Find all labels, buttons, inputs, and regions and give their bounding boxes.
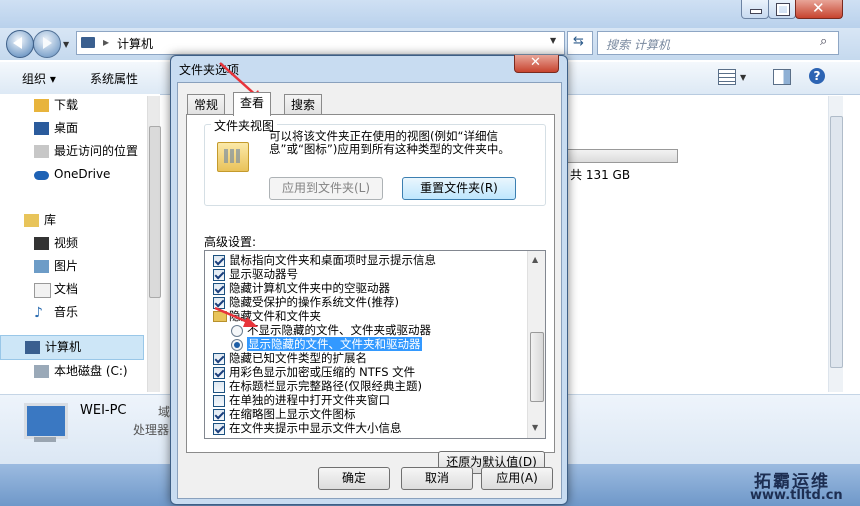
tab-view[interactable]: 查看 — [233, 92, 272, 116]
annotation-overlay — [214, 62, 264, 327]
annotation-arrow-radio — [214, 306, 258, 327]
